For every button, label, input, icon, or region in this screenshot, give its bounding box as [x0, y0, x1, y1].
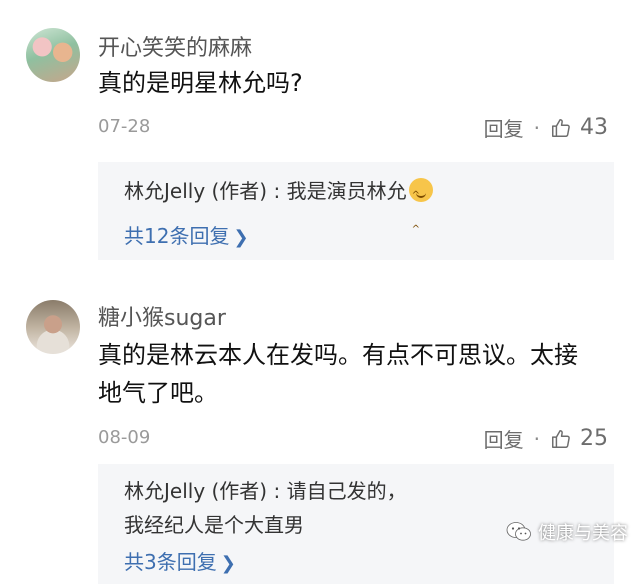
thumbs-up-icon[interactable]: [550, 117, 572, 139]
author-reply-box: 林允Jelly (作者) : 我是演员林允 共12条回复❯: [98, 162, 614, 260]
author-reply-text: 林允Jelly (作者) : 我是演员林允: [124, 174, 594, 247]
view-replies-label: 共3条回复: [124, 550, 217, 574]
like-count: 43: [580, 115, 608, 140]
comment-text: 真的是林云本人在发吗。有点不可思议。太接地气了吧。: [98, 341, 578, 407]
view-replies-link[interactable]: 共12条回复 ❯: [124, 220, 249, 249]
reply-button[interactable]: 回复: [484, 424, 524, 453]
wechat-icon: [506, 522, 531, 541]
separator-dot: ·: [533, 426, 540, 451]
comment-date: 08-09: [98, 427, 151, 448]
comment-item: 开心笑笑的麻麻 真的是明星林允吗? 07-28 回复 · 43 林允Jelly …: [0, 0, 640, 270]
watermark-text: 健康与美容: [538, 523, 628, 544]
thumbs-up-icon[interactable]: [550, 428, 572, 450]
chevron-right-icon: ❯: [220, 553, 236, 574]
comment-actions: 回复 · 25: [484, 424, 608, 453]
avatar[interactable]: [26, 300, 80, 354]
separator-dot: ·: [533, 115, 540, 140]
reply-button[interactable]: 回复: [484, 113, 524, 142]
comment-nickname[interactable]: 开心笑笑的麻麻: [98, 30, 252, 62]
comment-actions: 回复 · 43: [484, 113, 608, 142]
like-count: 25: [580, 426, 608, 451]
chevron-right-icon: ❯: [233, 227, 249, 248]
comment-nickname[interactable]: 糖小猴sugar: [98, 300, 226, 332]
wechat-watermark: 健康与美容: [506, 519, 628, 545]
view-replies-link[interactable]: 共3条回复 ❯: [124, 546, 236, 575]
comment-date: 07-28: [98, 116, 151, 137]
author-reply-content: 林允Jelly (作者) : 我是演员林允: [124, 179, 407, 203]
comment-item: 糖小猴sugar 真的是林云本人在发吗。有点不可思议。太接地气了吧。 08-09…: [0, 270, 640, 584]
smile-emoji-icon: [408, 178, 433, 247]
avatar[interactable]: [26, 28, 80, 82]
author-reply-text: 林允Jelly (作者) : 请自己发的，我经纪人是个大直男: [124, 479, 407, 537]
view-replies-label: 共12条回复: [124, 224, 230, 248]
comment-text: 真的是明星林允吗?: [98, 69, 303, 97]
